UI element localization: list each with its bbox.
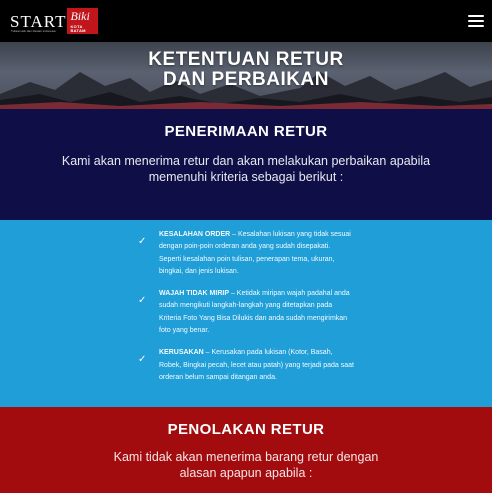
criteria-title: KESALAHAN ORDER [159, 231, 231, 238]
criteria-title: KERUSAKAN [159, 349, 204, 357]
logo-box: Biki KOTA BATAM [67, 8, 99, 34]
hero-title-line2: DAN PERBAIKAN [163, 69, 329, 90]
acceptance-intro: Kami akan menerima retur dan akan melaku… [61, 154, 431, 184]
hamburger-line [468, 15, 484, 17]
acceptance-criteria-list: ✓ KESALAHAN ORDER – Kesalahan lukisan ya… [0, 220, 492, 407]
site-logo[interactable]: START Biki KOTA BATAM Tulisan asli dan D… [10, 8, 99, 34]
rejection-intro: Kami tidak akan menerima barang retur de… [113, 450, 379, 480]
logo-box-sub: KOTA BATAM [70, 24, 86, 33]
hamburger-line [468, 25, 484, 27]
criteria-title: WAJAH TIDAK MIRIP [159, 290, 229, 298]
criteria-text: WAJAH TIDAK MIRIP – Ketidak miripan waja… [159, 288, 354, 337]
hero-title-line1: KETENTUAN RETUR [148, 49, 344, 70]
hamburger-icon[interactable] [468, 15, 484, 27]
checkmark-icon: ✓ [138, 354, 147, 366]
checkmark-icon: ✓ [138, 236, 147, 247]
criteria-item: ✓ KESALAHAN ORDER – Kesalahan lukisan ya… [138, 229, 354, 278]
top-nav-bar: START Biki KOTA BATAM Tulisan asli dan D… [0, 0, 492, 42]
criteria-item: ✓ KERUSAKAN – Kerusakan pada lukisan (Ko… [138, 347, 354, 384]
hero-title: KETENTUAN RETUR DAN PERBAIKAN [0, 42, 492, 90]
acceptance-heading: PENERIMAAN RETUR [164, 123, 328, 140]
logo-box-text: Biki [70, 9, 90, 23]
rejection-heading: PENOLAKAN RETUR [167, 421, 325, 438]
criteria-item: ✓ WAJAH TIDAK MIRIP – Ketidak miripan wa… [138, 288, 354, 337]
hero-banner: KETENTUAN RETUR DAN PERBAIKAN [0, 42, 492, 109]
hamburger-line [468, 20, 484, 22]
rejection-section: PENOLAKAN RETUR Kami tidak akan menerima… [0, 407, 492, 493]
acceptance-section: PENERIMAAN RETUR Kami akan menerima retu… [0, 109, 492, 220]
criteria-text: KERUSAKAN – Kerusakan pada lukisan (Koto… [159, 347, 354, 384]
logo-tagline: Tulisan asli dan Desain indonesia [11, 29, 56, 33]
logo-word: START [10, 11, 67, 31]
checkmark-icon: ✓ [138, 295, 147, 307]
criteria-text: KESALAHAN ORDER – Kesalahan lukisan yang… [159, 229, 354, 278]
